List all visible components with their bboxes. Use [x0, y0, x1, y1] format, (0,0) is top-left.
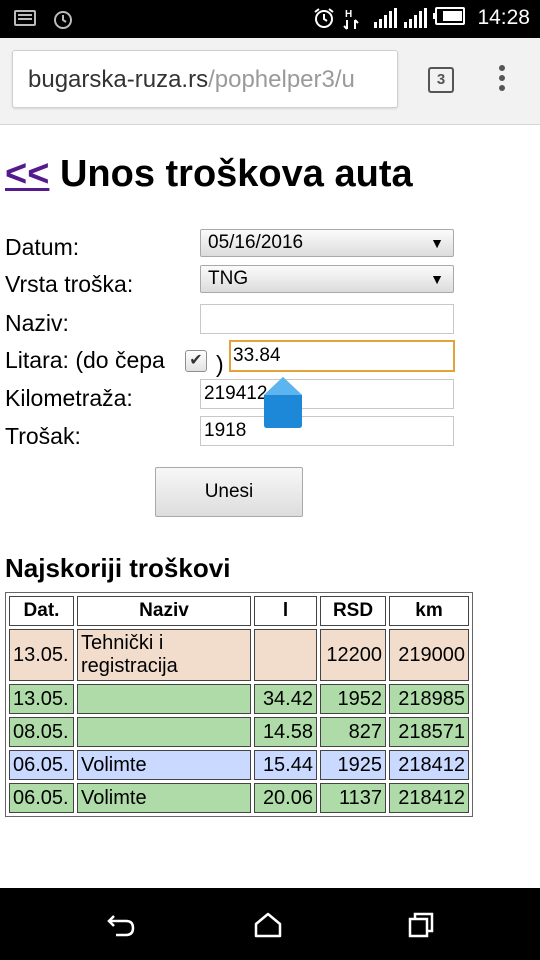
kilometraza-input[interactable]: 219412 [200, 379, 454, 409]
status-time: 14:28 [477, 6, 530, 29]
browser-toolbar: bugarska-ruza.rs/pophelper3/u 3 [0, 38, 540, 125]
cell-km: 218985 [389, 684, 469, 714]
table-row: 06.05. Volimte 15.44 1925 218412 [9, 750, 469, 780]
cell-km: 219000 [389, 629, 469, 681]
costs-table: Dat. Naziv l RSD km 13.05. Tehnički i re… [5, 592, 473, 817]
table-header-row: Dat. Naziv l RSD km [9, 596, 469, 626]
datum-value: 05/16/2016 [208, 232, 304, 253]
cell-naziv: Volimte [77, 750, 251, 780]
trosak-label: Trošak: [5, 423, 81, 449]
navigation-bar [0, 888, 540, 960]
cell-dat: 06.05. [9, 750, 74, 780]
cell-dat: 08.05. [9, 717, 74, 747]
cell-rsd: 827 [320, 717, 386, 747]
table-row: 13.05. 34.42 1952 218985 [9, 684, 469, 714]
status-bar: H 14:28 [0, 0, 540, 38]
url-host: bugarska-ruza.rs [28, 66, 209, 93]
naziv-input[interactable] [200, 304, 454, 334]
page-title: << Unos troškova auta [5, 153, 413, 196]
col-header-l: l [254, 596, 317, 626]
cell-rsd: 12200 [320, 629, 386, 681]
page-title-text: Unos troškova auta [59, 153, 413, 195]
alarm-clock-icon [313, 7, 335, 29]
cell-naziv: Tehnički i registracija [77, 629, 251, 681]
cell-l: 14.58 [254, 717, 317, 747]
data-icon: H [343, 7, 365, 30]
cell-km: 218571 [389, 717, 469, 747]
datum-select[interactable]: 05/16/2016 ▼ [200, 229, 454, 257]
cell-naziv [77, 684, 251, 714]
page-content: << Unos troškova auta Datum: 05/16/2016 … [0, 125, 540, 888]
alarm-icon [52, 8, 74, 30]
table-row: 08.05. 14.58 827 218571 [9, 717, 469, 747]
vrsta-select[interactable]: TNG ▼ [200, 265, 454, 293]
cell-dat: 06.05. [9, 783, 74, 813]
col-header-naziv: Naziv [77, 596, 251, 626]
back-link[interactable]: << [5, 153, 49, 195]
col-header-km: km [389, 596, 469, 626]
do-cepa-checkbox[interactable]: ✔ [185, 350, 207, 372]
cell-rsd: 1137 [320, 783, 386, 813]
recent-apps-icon[interactable] [408, 912, 434, 938]
col-header-rsd: RSD [320, 596, 386, 626]
cell-dat: 13.05. [9, 684, 74, 714]
vrsta-label: Vrsta troška: [5, 271, 134, 297]
recent-costs-heading: Najskoriji troškovi [5, 553, 231, 583]
cell-l: 15.44 [254, 750, 317, 780]
litara-label: Litara: (do čepa [5, 347, 165, 373]
cell-dat: 13.05. [9, 629, 74, 681]
trosak-input[interactable]: 1918 [200, 416, 454, 446]
url-path: /pophelper3/u [208, 66, 355, 93]
naziv-label: Naziv: [5, 310, 69, 336]
litara-paren: ) [216, 351, 224, 377]
chevron-down-icon: ▼ [430, 235, 444, 251]
text-selection-handle[interactable] [264, 377, 302, 428]
tab-switcher-button[interactable]: 3 [428, 67, 454, 93]
signal-icon [373, 7, 398, 29]
datum-label: Datum: [5, 234, 80, 260]
litara-input[interactable]: 33.84 [229, 340, 455, 372]
overflow-menu-icon[interactable] [495, 65, 509, 95]
cell-km: 218412 [389, 750, 469, 780]
cell-l: 34.42 [254, 684, 317, 714]
back-icon[interactable] [106, 912, 136, 938]
col-header-dat: Dat. [9, 596, 74, 626]
svg-text:H: H [345, 9, 352, 20]
cell-naziv: Volimte [77, 783, 251, 813]
kilometraza-label: Kilometraža: [5, 385, 133, 411]
cell-l: 20.06 [254, 783, 317, 813]
keyboard-icon [14, 8, 36, 30]
home-icon[interactable] [254, 912, 282, 938]
battery-icon [433, 7, 466, 29]
vrsta-value: TNG [208, 268, 249, 289]
cell-l [254, 629, 317, 681]
address-bar[interactable]: bugarska-ruza.rs/pophelper3/u [12, 50, 398, 108]
cell-rsd: 1925 [320, 750, 386, 780]
table-row: 06.05. Volimte 20.06 1137 218412 [9, 783, 469, 813]
chevron-down-icon: ▼ [430, 271, 444, 287]
cell-naziv [77, 717, 251, 747]
table-row: 13.05. Tehnički i registracija 12200 219… [9, 629, 469, 681]
cell-rsd: 1952 [320, 684, 386, 714]
signal-icon [403, 7, 428, 29]
cell-km: 218412 [389, 783, 469, 813]
unesi-button[interactable]: Unesi [155, 467, 303, 517]
